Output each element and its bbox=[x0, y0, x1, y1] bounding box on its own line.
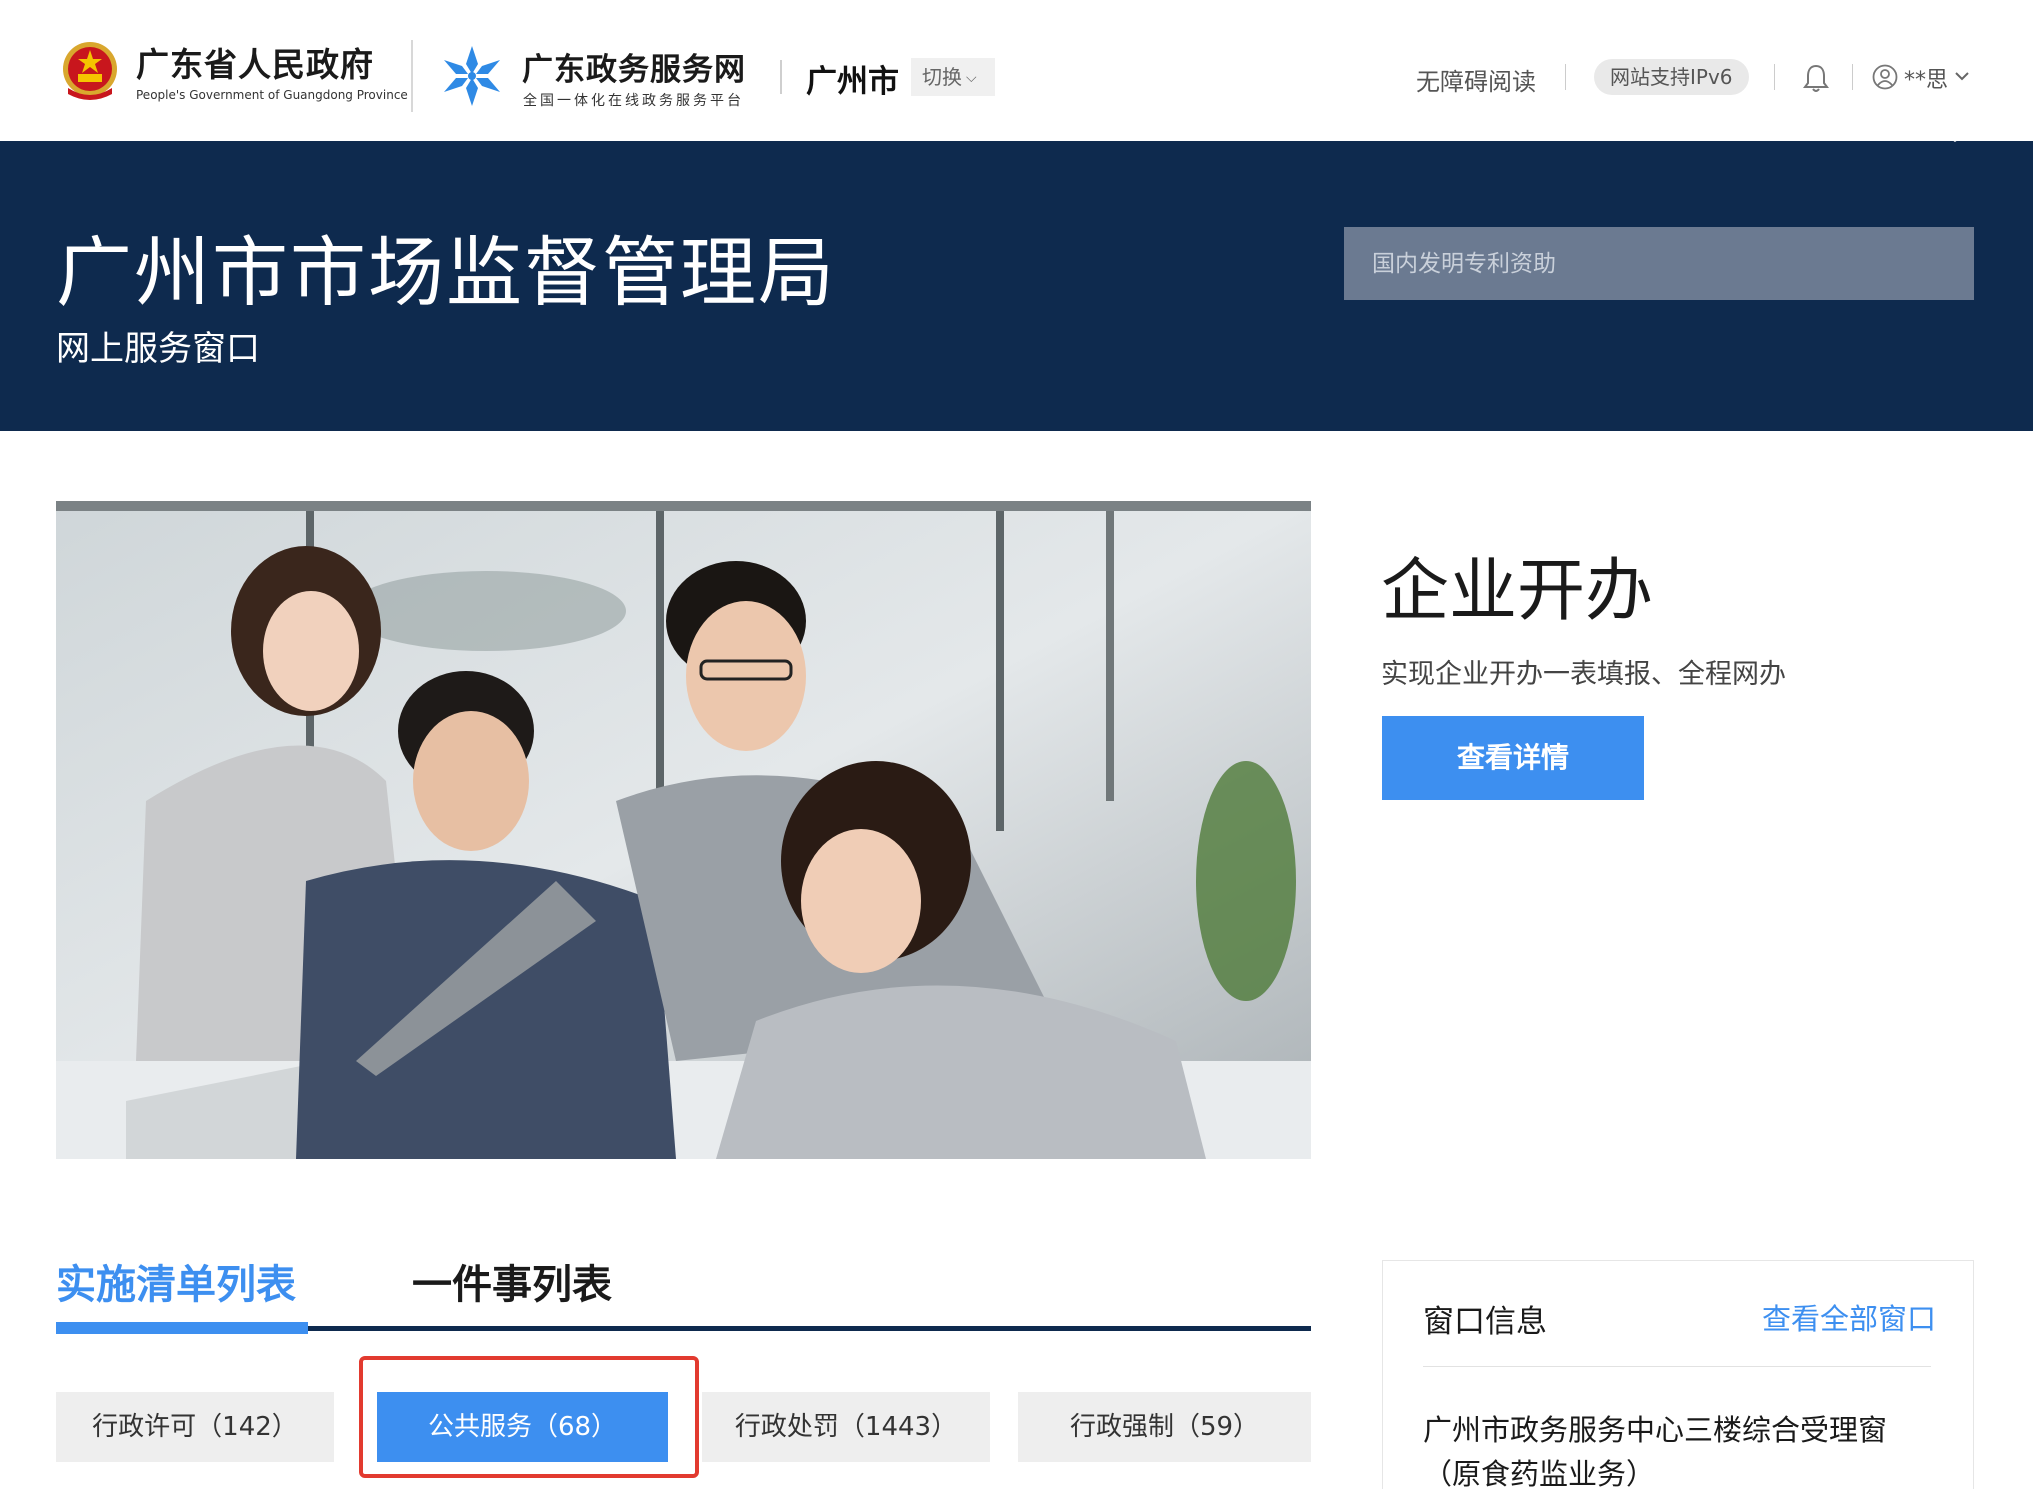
bell-icon[interactable] bbox=[1802, 63, 1830, 93]
service-title[interactable]: 广东政务服务网 bbox=[522, 44, 746, 89]
divider bbox=[1852, 64, 1853, 90]
city-switch-label: 切换 bbox=[922, 65, 962, 89]
chevron-down-icon[interactable] bbox=[1954, 70, 1970, 82]
chevron-down-icon: ⌵ bbox=[966, 70, 977, 86]
feature-description: 实现企业开办一表填报、全程网办 bbox=[1381, 659, 1786, 690]
page-subtitle: 网上服务窗口 bbox=[56, 329, 260, 369]
national-emblem-icon bbox=[63, 42, 117, 100]
panel-divider bbox=[1423, 1366, 1931, 1367]
user-name[interactable]: **思 bbox=[1904, 62, 1948, 94]
feature-title: 企业开办 bbox=[1381, 552, 1654, 631]
city-switch-button[interactable]: 切换 ⌵ bbox=[911, 58, 995, 96]
divider bbox=[1774, 64, 1775, 90]
view-details-button[interactable]: 查看详情 bbox=[1382, 716, 1644, 800]
category-administrative-enforcement[interactable]: 行政强制（59） bbox=[1018, 1392, 1311, 1462]
gov-title[interactable]: 广东省人民政府 bbox=[136, 38, 374, 86]
user-circle-icon[interactable] bbox=[1872, 64, 1898, 90]
department-banner: 广州市市场监督管理局 网上服务窗口 bbox=[0, 141, 2033, 431]
search-icon[interactable] bbox=[1916, 99, 1958, 145]
top-header: 广东省人民政府 People's Government of Guangdong… bbox=[0, 0, 2033, 141]
view-all-windows-link[interactable]: 查看全部窗口 bbox=[1762, 1296, 1936, 1338]
snowflake-logo-icon bbox=[444, 46, 500, 106]
ipv6-badge: 网站支持IPv6 bbox=[1594, 59, 1749, 95]
window-info-title: 窗口信息 bbox=[1423, 1304, 1547, 1340]
divider bbox=[1565, 64, 1566, 90]
tab-implementation-list[interactable]: 实施清单列表 bbox=[56, 1252, 296, 1310]
service-subtitle: 全国一体化在线政务服务平台 bbox=[523, 93, 744, 109]
active-tab-indicator bbox=[56, 1322, 308, 1334]
accessibility-link[interactable]: 无障碍阅读 bbox=[1416, 62, 1536, 97]
search-input[interactable] bbox=[1344, 227, 1904, 300]
gov-subtitle: People's Government of Guangdong Provinc… bbox=[136, 88, 408, 102]
feature-photo bbox=[56, 501, 1311, 1159]
category-administrative-penalty[interactable]: 行政处罚（1443） bbox=[702, 1392, 990, 1462]
divider bbox=[780, 60, 782, 94]
page-title: 广州市市场监督管理局 bbox=[56, 228, 836, 317]
current-city: 广州市 bbox=[806, 64, 899, 100]
tab-one-item-list[interactable]: 一件事列表 bbox=[412, 1252, 612, 1310]
highlight-box bbox=[359, 1356, 699, 1478]
window-list-item[interactable]: 广州市政务服务中心三楼综合受理窗（原食药监业务） bbox=[1423, 1408, 1933, 1489]
category-administrative-license[interactable]: 行政许可（142） bbox=[56, 1392, 334, 1462]
divider bbox=[411, 40, 413, 112]
search-box bbox=[1344, 227, 1974, 300]
